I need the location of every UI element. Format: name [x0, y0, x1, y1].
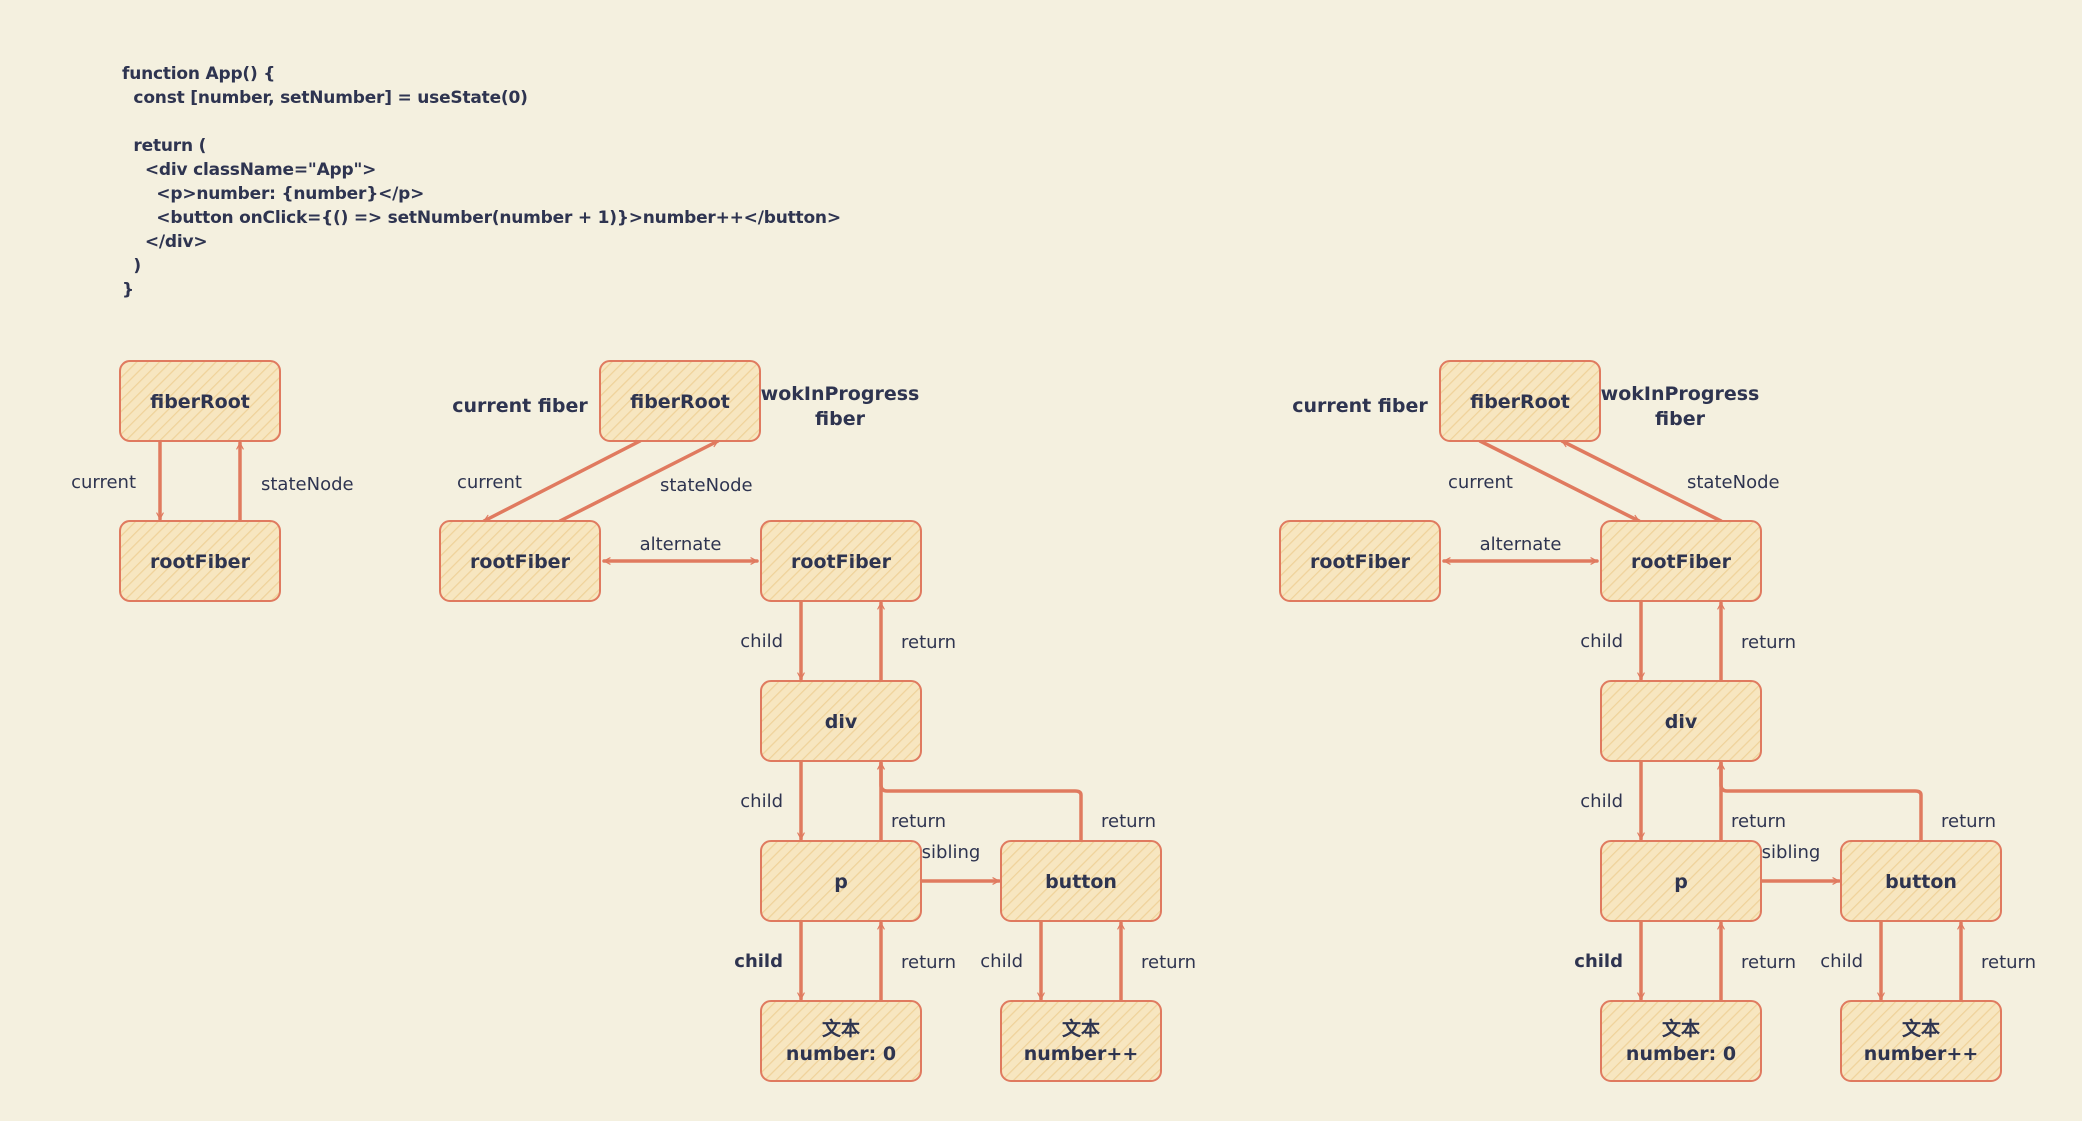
node-sublabel: number: 0: [1626, 1043, 1736, 1065]
node-sublabel: number++: [1864, 1043, 1979, 1065]
edge-label-return: return: [1981, 952, 2036, 973]
node-div: div: [760, 680, 922, 762]
edge-label-return: return: [891, 811, 946, 832]
edge-label-child: child: [734, 951, 783, 972]
node-textButton: 文本 number++: [1840, 1000, 2002, 1082]
node-box: [1000, 1000, 1162, 1082]
tree-title: fiber: [815, 408, 866, 430]
edge-label-return: return: [901, 632, 956, 653]
edge-label-current: current: [457, 472, 522, 493]
node-label: rootFiber: [150, 551, 251, 573]
node-button: button: [1000, 840, 1162, 922]
edge-label-alternate: alternate: [1480, 534, 1562, 555]
node-label: p: [1674, 871, 1688, 893]
node-p: p: [1600, 840, 1762, 922]
node-box: [1840, 1000, 2002, 1082]
tree-title: wokInProgress: [1601, 383, 1760, 405]
edge-label-child: child: [1820, 951, 1863, 972]
node-sublabel: number: 0: [786, 1043, 896, 1065]
edge-label-alternate: alternate: [640, 534, 722, 555]
edge-label-return: return: [1741, 952, 1796, 973]
tree-title: current fiber: [1292, 395, 1428, 417]
node-rootFiber: rootFiber: [119, 520, 281, 602]
edge-label-return: return: [901, 952, 956, 973]
node-label: 文本: [1662, 1017, 1700, 1040]
edge-label-child: child: [740, 791, 783, 812]
edge-label-sibling: sibling: [1762, 842, 1821, 863]
tree-title: wokInProgress: [761, 383, 920, 405]
node-rootFiberWip: rootFiber: [760, 520, 922, 602]
node-div: div: [1600, 680, 1762, 762]
node-textP: 文本 number: 0: [1600, 1000, 1762, 1082]
edge-label-return: return: [1141, 952, 1196, 973]
node-rootFiberCurrent: rootFiber: [439, 520, 601, 602]
node-label: 文本: [822, 1017, 860, 1040]
edge-label-stateNode: stateNode: [1687, 472, 1780, 493]
edge-label-child: child: [1574, 951, 1623, 972]
node-label: rootFiber: [1631, 551, 1732, 573]
node-label: button: [1045, 871, 1117, 893]
node-label: rootFiber: [791, 551, 892, 573]
node-label: 文本: [1062, 1017, 1100, 1040]
edge-label-child: child: [740, 631, 783, 652]
edge-label-sibling: sibling: [922, 842, 981, 863]
fiber-diagram: fiberRoot rootFiber fiberRoot rootFiber root…: [71, 360, 2036, 1082]
node-label: fiberRoot: [630, 391, 730, 413]
node-label: 文本: [1902, 1017, 1940, 1040]
node-label: div: [825, 711, 858, 733]
tree-title: current fiber: [452, 395, 588, 417]
node-sublabel: number++: [1024, 1043, 1139, 1065]
edge-label-current: current: [1448, 472, 1513, 493]
edge-label-child: child: [980, 951, 1023, 972]
node-label: rootFiber: [470, 551, 571, 573]
edge-label-return: return: [1941, 811, 1996, 832]
edge-label-child: child: [1580, 631, 1623, 652]
node-label: p: [834, 871, 848, 893]
node-textP: 文本 number: 0: [760, 1000, 922, 1082]
node-textButton: 文本 number++: [1000, 1000, 1162, 1082]
edge-label-stateNode: stateNode: [660, 475, 753, 496]
node-p: p: [760, 840, 922, 922]
edge-label-return: return: [1741, 632, 1796, 653]
node-fiberRoot: fiberRoot: [119, 360, 281, 442]
node-fiberRoot: fiberRoot: [599, 360, 761, 442]
node-fiberRoot: fiberRoot: [1439, 360, 1601, 442]
edge-label-current: current: [71, 472, 136, 493]
node-button: button: [1840, 840, 2002, 922]
tree-title: fiber: [1655, 408, 1706, 430]
node-box: [760, 1000, 922, 1082]
node-box: [1600, 1000, 1762, 1082]
edge-label-stateNode: stateNode: [261, 474, 354, 495]
node-label: fiberRoot: [150, 391, 250, 413]
node-label: rootFiber: [1310, 551, 1411, 573]
node-label: fiberRoot: [1470, 391, 1570, 413]
node-label: button: [1885, 871, 1957, 893]
node-rootFiberOld: rootFiber: [1279, 520, 1441, 602]
edge-label-return: return: [1101, 811, 1156, 832]
edge-label-child: child: [1580, 791, 1623, 812]
node-rootFiberCurrent: rootFiber: [1600, 520, 1762, 602]
edge-label-return: return: [1731, 811, 1786, 832]
node-label: div: [1665, 711, 1698, 733]
